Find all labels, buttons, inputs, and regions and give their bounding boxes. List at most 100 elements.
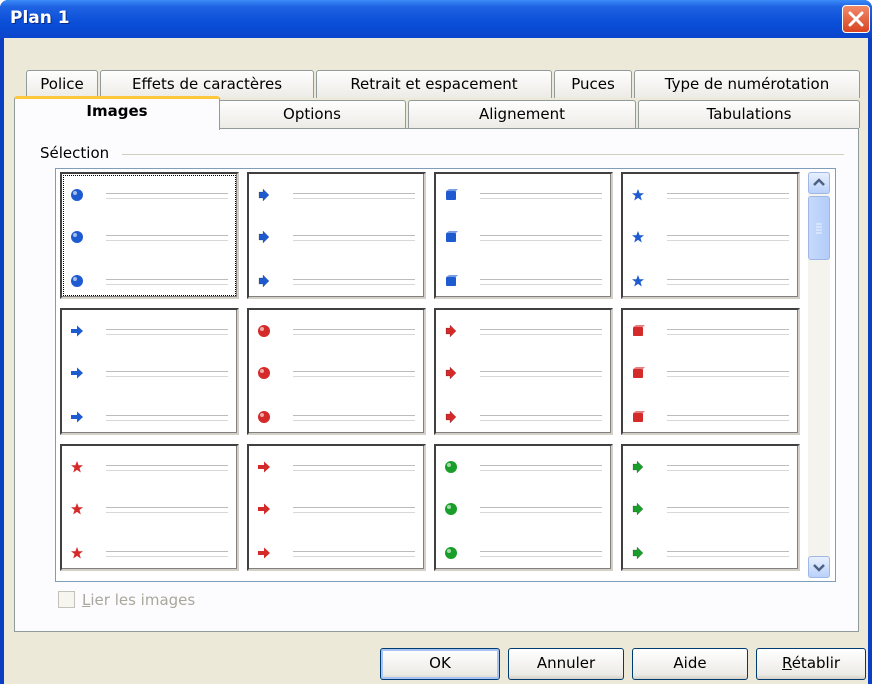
preview-line [255,188,415,204]
text-placeholder-line [480,371,602,377]
text-placeholder-line [106,193,228,199]
tab-label: Retrait et espacement [350,75,518,93]
preview-line [629,366,789,382]
preview-line [255,410,415,426]
grip-icon [816,223,822,234]
text-placeholder-line [667,371,789,377]
scroll-thumb[interactable] [808,196,830,260]
text-placeholder-line [293,415,415,421]
text-placeholder-line [106,371,228,377]
preview-line [442,366,602,382]
tab-label: Options [283,105,341,123]
ok-button[interactable]: OK [380,648,500,680]
tab-tabulations[interactable]: Tabulations [638,100,860,128]
scroll-down-button[interactable] [808,556,830,578]
tab-retrait-espacement[interactable]: Retrait et espacement [316,70,552,98]
preview-line [442,188,602,204]
preview-line [442,546,602,562]
cube-bullet-icon [631,324,645,338]
cube-bullet-icon [631,410,645,424]
bullet-option-green-arrow-dark[interactable] [621,444,800,571]
close-icon [848,11,864,27]
reset-button[interactable]: Rétablir [756,648,866,680]
star-bullet-icon [631,230,645,244]
title-bar[interactable]: Plan 1 [0,0,872,38]
bullet-option-red-ball[interactable] [247,308,426,435]
preview-line [629,274,789,290]
bullet-option-blue-star[interactable] [621,172,800,299]
preview-line [255,546,415,562]
ball-bullet-icon [70,230,84,244]
preview-line [68,502,228,518]
preview-line [442,460,602,476]
cube-bullet-icon [631,366,645,380]
text-placeholder-line [293,279,415,285]
preview-line [255,274,415,290]
tab-options[interactable]: Options [218,100,406,128]
tab-label: Effets de caractères [131,75,283,93]
cube-bullet-icon [444,188,458,202]
ball-bullet-icon [257,324,271,338]
cancel-button[interactable]: Annuler [508,648,624,680]
arrow-dark-bullet-icon [444,366,458,380]
bullet-option-green-ball[interactable] [434,444,613,571]
preview-line [68,188,228,204]
bullet-option-blue-arrow-dark[interactable] [247,172,426,299]
tab-effets-caracteres[interactable]: Effets de caractères [100,70,314,98]
bullet-option-red-star[interactable] [60,444,239,571]
preview-line [442,274,602,290]
arrow-bullet-icon [257,460,271,474]
text-placeholder-line [480,329,602,335]
bullet-option-blue-cube[interactable] [434,172,613,299]
star-bullet-icon [70,546,84,560]
preview-line [629,324,789,340]
selection-group-label: Sélection [40,144,116,162]
text-placeholder-line [106,465,228,471]
preview-line [255,502,415,518]
preview-line [629,546,789,562]
arrow-dark-bullet-icon [631,546,645,560]
arrow-dark-bullet-icon [444,410,458,424]
tab-label: Puces [571,75,615,93]
help-button[interactable]: Aide [632,648,748,680]
tab-alignement[interactable]: Alignement [408,100,636,128]
preview-line [629,460,789,476]
text-placeholder-line [667,279,789,285]
bullet-option-red-arrow-dark[interactable] [434,308,613,435]
close-button[interactable] [842,5,870,33]
tab-type-numerotation[interactable]: Type de numérotation [634,70,860,98]
bullet-option-blue-arrow[interactable] [60,308,239,435]
text-placeholder-line [106,279,228,285]
text-placeholder-line [480,415,602,421]
arrow-dark-bullet-icon [257,188,271,202]
preview-line [68,546,228,562]
text-placeholder-line [293,507,415,513]
bullet-option-red-cube[interactable] [621,308,800,435]
cube-bullet-icon [444,274,458,288]
star-bullet-icon [631,274,645,288]
vertical-scrollbar[interactable] [808,172,830,578]
tab-images[interactable]: Images [14,96,220,130]
bullet-option-red-arrow[interactable] [247,444,426,571]
preview-line [68,324,228,340]
preview-line [255,366,415,382]
tab-police[interactable]: Police [26,70,98,98]
preview-line [255,324,415,340]
bullet-option-blue-ball[interactable] [60,172,239,299]
tab-label: Alignement [478,105,566,123]
arrow-bullet-icon [257,502,271,516]
preview-line [629,188,789,204]
link-images-checkbox[interactable] [58,591,75,608]
scroll-up-button[interactable] [808,172,830,194]
tab-puces[interactable]: Puces [554,70,632,98]
text-placeholder-line [667,507,789,513]
ball-bullet-icon [257,410,271,424]
star-bullet-icon [70,502,84,516]
arrow-dark-bullet-icon [631,502,645,516]
text-placeholder-line [293,465,415,471]
text-placeholder-line [106,551,228,557]
preview-line [68,366,228,382]
preview-line [629,410,789,426]
text-placeholder-line [480,279,602,285]
star-bullet-icon [631,188,645,202]
